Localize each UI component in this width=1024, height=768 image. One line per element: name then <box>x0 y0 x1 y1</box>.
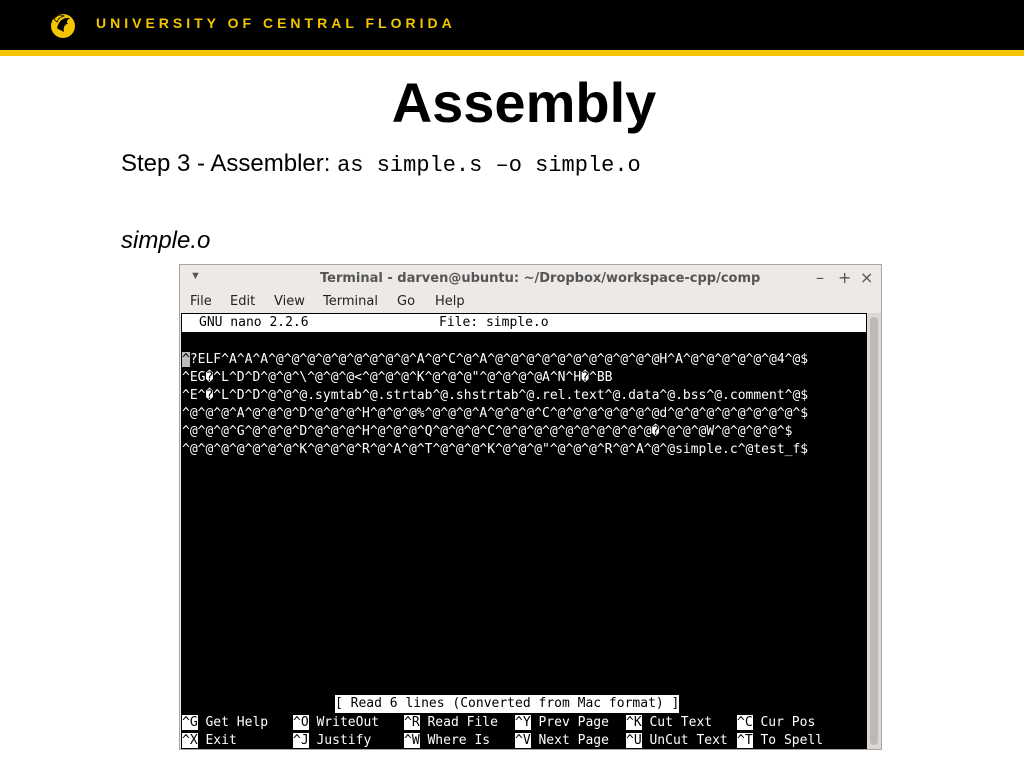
header-accent-stripe <box>0 50 1024 56</box>
menu-go[interactable]: Go <box>397 294 415 309</box>
slide-title: Assembly <box>391 71 657 134</box>
terminal-menubar: File Edit View Terminal Go Help <box>180 293 881 313</box>
terminal-screen[interactable]: GNU nano 2.2.6 File: simple.o ^?ELF^A^A^… <box>181 313 867 749</box>
window-title: Terminal - darven@ubuntu: ~/Dropbox/work… <box>320 271 761 286</box>
assembler-command: as simple.s –o simple.o <box>337 153 641 178</box>
file-caption: simple.o <box>121 227 211 254</box>
shortcut-get-help[interactable]: ^G Get Help <box>182 714 268 732</box>
pegasus-logo-icon <box>51 14 75 38</box>
terminal-titlebar[interactable]: ▼ Terminal - darven@ubuntu: ~/Dropbox/wo… <box>180 265 881 293</box>
nano-version: GNU nano 2.2.6 <box>199 315 309 330</box>
menu-view[interactable]: View <box>274 294 305 309</box>
shortcut-next-page[interactable]: ^V Next Page <box>515 732 609 750</box>
shortcut-justify[interactable]: ^J Justify <box>293 732 371 750</box>
ucf-header-bar: UNIVERSITY OF CENTRAL FLORIDA <box>0 0 1024 50</box>
shortcut-read-file[interactable]: ^R Read File <box>404 714 498 732</box>
shortcut-prev-page[interactable]: ^Y Prev Page <box>515 714 609 732</box>
shortcut-where-is[interactable]: ^W Where Is <box>404 732 490 750</box>
editor-line[interactable]: ^?ELF^A^A^A^@^@^@^@^@^@^@^@^@^A^@^C^@^A^… <box>182 351 808 369</box>
step-description: Step 3 - Assembler: as simple.s –o simpl… <box>121 150 641 178</box>
editor-line[interactable]: ^@^@^@^@^@^@^@^K^@^@^@^R^@^A^@^T^@^@^@^K… <box>182 441 808 459</box>
maximize-button[interactable]: + <box>838 268 851 287</box>
shortcut-cur-pos[interactable]: ^C Cur Pos <box>737 714 815 732</box>
minimize-button[interactable]: – <box>816 268 824 287</box>
menu-file[interactable]: File <box>190 294 212 309</box>
text-cursor: ^ <box>182 352 190 367</box>
nano-status-message: [ Read 6 lines (Converted from Mac forma… <box>335 695 680 713</box>
close-button[interactable]: × <box>860 268 873 287</box>
shortcut-exit[interactable]: ^X Exit <box>182 732 237 750</box>
shortcut-writeout[interactable]: ^O WriteOut <box>293 714 379 732</box>
editor-line[interactable]: ^@^@^@^G^@^@^@^D^@^@^@^H^@^@^@^Q^@^@^@^C… <box>182 423 792 441</box>
menu-terminal[interactable]: Terminal <box>323 294 378 309</box>
step-label: Step 3 - Assembler: <box>121 150 331 177</box>
window-menu-chevron-down-icon[interactable]: ▼ <box>190 270 201 282</box>
editor-line[interactable]: ^E^�^L^D^D^@^@^@.symtab^@.strtab^@.shstr… <box>182 387 808 405</box>
editor-line[interactable]: ^EG�^L^D^D^@^@^\^@^@^@<^@^@^@^K^@^@^@"^@… <box>182 369 612 387</box>
scrollbar-thumb[interactable] <box>870 317 878 745</box>
terminal-window[interactable]: ▼ Terminal - darven@ubuntu: ~/Dropbox/wo… <box>179 264 882 750</box>
shortcut-uncut-text[interactable]: ^U UnCut Text <box>626 732 728 750</box>
menu-edit[interactable]: Edit <box>230 294 255 309</box>
terminal-scrollbar[interactable] <box>867 313 881 749</box>
menu-help[interactable]: Help <box>435 294 465 309</box>
university-name: UNIVERSITY OF CENTRAL FLORIDA <box>96 15 456 31</box>
nano-title-bar: GNU nano 2.2.6 File: simple.o <box>182 314 866 332</box>
nano-file-name: File: simple.o <box>439 315 549 330</box>
shortcut-cut-text[interactable]: ^K Cut Text <box>626 714 712 732</box>
shortcut-to-spell[interactable]: ^T To Spell <box>737 732 823 750</box>
editor-line[interactable]: ^@^@^@^A^@^@^@^D^@^@^@^H^@^@^@%^@^@^@^A^… <box>182 405 808 423</box>
